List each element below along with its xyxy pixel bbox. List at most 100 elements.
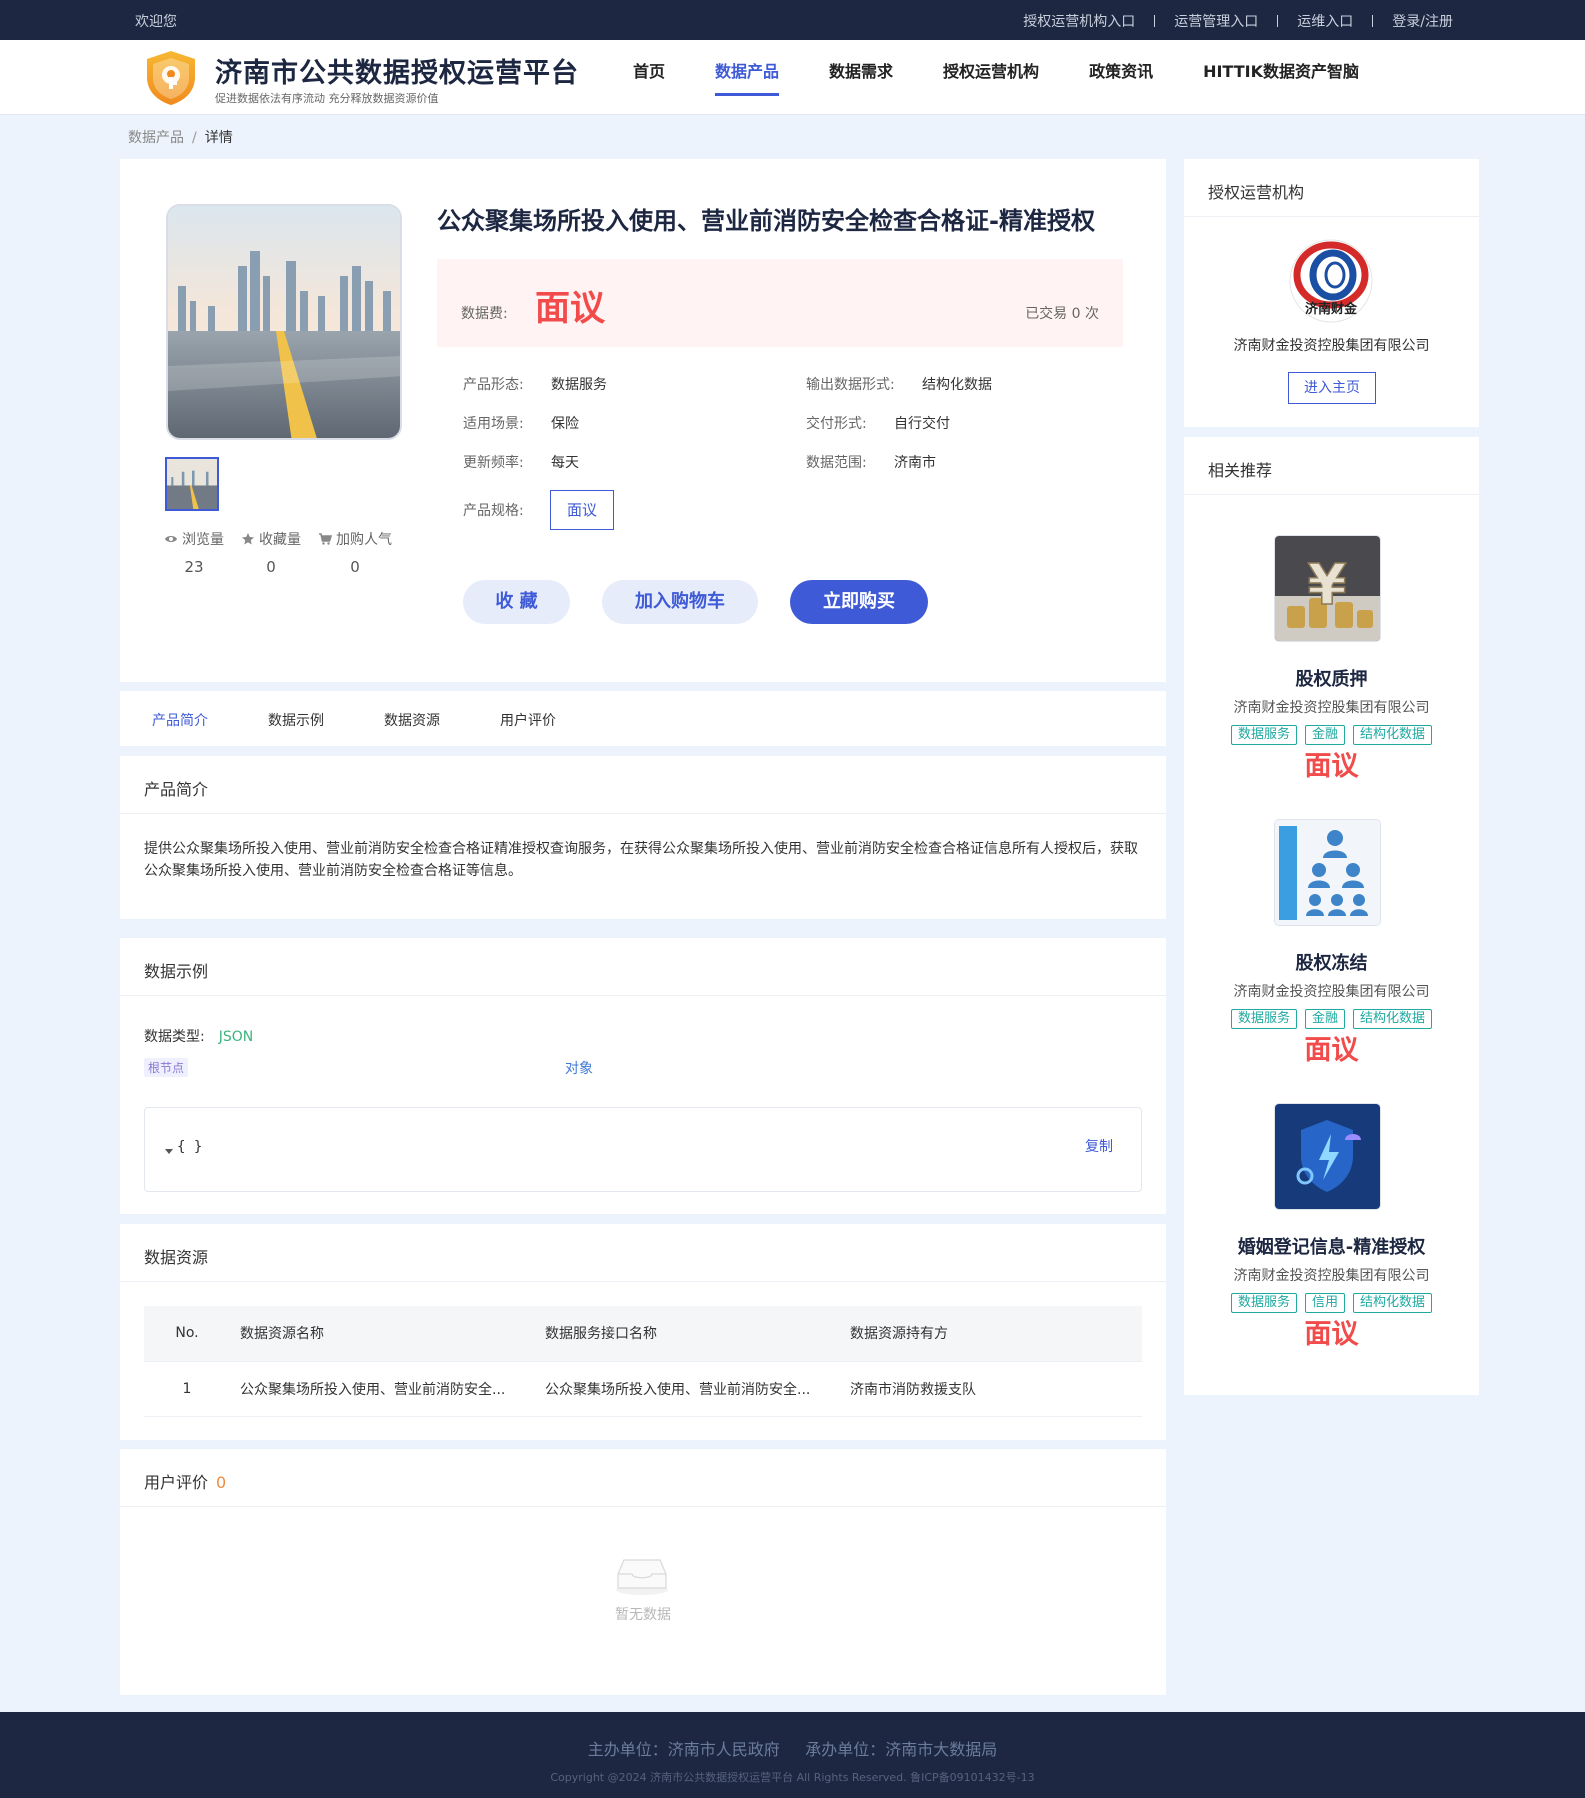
platform-slogan: 促进数据依法有序流动 充分释放数据资源价值 [215, 92, 439, 105]
product-title: 公众聚集场所投入使用、营业前消防安全检查合格证-精准授权 [437, 207, 1095, 235]
table-row: 1 公众聚集场所投入使用、营业前消防安全... 公众聚集场所投入使用、营业前消防… [144, 1361, 1142, 1417]
stat-value: 0 [266, 558, 276, 576]
tag: 结构化数据 [1353, 725, 1433, 745]
spec-option[interactable]: 面议 [550, 490, 614, 530]
maintenance-link[interactable]: 运维入口 [1297, 11, 1353, 31]
copy-button[interactable]: 复制 [1085, 1136, 1113, 1156]
attr-label: 输出数据形式: [806, 377, 895, 393]
recommend-name: 股权冻结 [1295, 953, 1368, 974]
reviews-section: 用户评价 0 暂无数据 [120, 1449, 1166, 1695]
tag: 金融 [1304, 725, 1345, 745]
tab-reviews[interactable]: 用户评价 [500, 710, 556, 730]
section-title: 数据示例 [144, 962, 209, 981]
column-header: No. [144, 1306, 230, 1362]
recommend-item[interactable]: 婚姻登记信息-精准授权 济南财金投资控股集团有限公司 数据服务 信用 结构化数据… [1184, 1103, 1479, 1363]
stat-label: 收藏量 [259, 532, 301, 548]
attr-form: 产品形态: 数据服务 [463, 374, 607, 394]
platform-title: 济南市公共数据授权运营平台 [215, 58, 579, 89]
favorite-button[interactable]: 收 藏 [463, 580, 570, 624]
collapse-toggle-icon[interactable] [164, 1144, 174, 1160]
table-cell: 公众聚集场所投入使用、营业前消防安全... [230, 1361, 535, 1417]
stat-label: 加购人气 [336, 532, 392, 548]
top-bar: 欢迎您 授权运营机构入口 运营管理入口 运维入口 登录/注册 [0, 0, 1585, 40]
login-register-link[interactable]: 登录/注册 [1392, 11, 1453, 31]
tab-example[interactable]: 数据示例 [268, 710, 324, 730]
security-shield-image [1275, 1104, 1380, 1209]
nav-data-products[interactable]: 数据产品 [715, 40, 780, 115]
tab-intro[interactable]: 产品简介 [152, 710, 208, 730]
column-header: 数据服务接口名称 [535, 1306, 840, 1362]
section-header: 相关推荐 [1184, 437, 1479, 495]
recommend-item[interactable]: 股权冻结 济南财金投资控股集团有限公司 数据服务 金融 结构化数据 面议 [1184, 819, 1479, 1079]
nav-data-demand[interactable]: 数据需求 [829, 40, 893, 115]
data-type-label: 数据类型: [144, 1029, 205, 1045]
attr-spec: 产品规格: [463, 500, 524, 520]
intro-text: 提供公众聚集场所投入使用、营业前消防安全检查合格证精准授权查询服务，在获得公众聚… [144, 841, 1138, 879]
intro-section: 产品简介 提供公众聚集场所投入使用、营业前消防安全检查合格证精准授权查询服务，在… [120, 756, 1166, 919]
site-header: 济南市公共数据授权运营平台 促进数据依法有序流动 充分释放数据资源价值 首页 数… [0, 40, 1585, 115]
visit-homepage-button[interactable]: 进入主页 [1288, 372, 1376, 404]
breadcrumb: 数据产品 / 详情 [128, 127, 233, 147]
footer-copyright: Copyright @2024 济南市公共数据授权运营平台 All Rights… [550, 1771, 1035, 1784]
tab-resources[interactable]: 数据资源 [384, 710, 440, 730]
example-section: 数据示例 数据类型: JSON 根节点 对象 { } 复制 [120, 938, 1166, 1214]
price-label: 数据费: [461, 306, 508, 322]
operator-name: 济南财金投资控股集团有限公司 [1233, 338, 1430, 354]
main-nav: 首页 数据产品 数据需求 授权运营机构 政策资讯 HITTIK数据资产智脑 [633, 40, 1409, 115]
ops-management-link[interactable]: 运营管理入口 [1174, 11, 1258, 31]
column-header: 数据资源持有方 [840, 1306, 1142, 1362]
empty-inbox-icon [616, 1559, 668, 1595]
attr-value: 数据服务 [551, 377, 607, 393]
platform-logo-icon[interactable] [143, 49, 199, 107]
yuan-coins-image: ¥ [1275, 536, 1380, 641]
recommend-name: 股权质押 [1295, 669, 1368, 690]
nav-operators[interactable]: 授权运营机构 [943, 40, 1039, 115]
recommend-tags: 数据服务 金融 结构化数据 [1184, 1009, 1479, 1029]
section-header: 用户评价 0 [120, 1449, 1166, 1507]
traded-count: 已交易 0 次 [1025, 306, 1099, 322]
tag: 信用 [1304, 1293, 1345, 1313]
empty-text: 暂无数据 [615, 1607, 671, 1623]
json-viewer: { } 复制 [144, 1107, 1142, 1192]
tag: 结构化数据 [1353, 1009, 1433, 1029]
recommend-price: 面议 [1304, 751, 1359, 782]
table-header-row: No. 数据资源名称 数据服务接口名称 数据资源持有方 [144, 1306, 1142, 1362]
attr-label: 适用场景: [463, 416, 524, 432]
section-header: 产品简介 [120, 756, 1166, 814]
tag: 数据服务 [1230, 1293, 1297, 1313]
svg-text:¥: ¥ [1308, 553, 1347, 618]
recommend-image [1274, 1103, 1381, 1210]
reviews-title: 用户评价 [144, 1473, 209, 1492]
table-cell: 济南市消防救援支队 [840, 1361, 1142, 1417]
attr-frequency: 更新频率: 每天 [463, 452, 579, 472]
nav-policy-news[interactable]: 政策资讯 [1089, 40, 1153, 115]
stat-value: 0 [350, 558, 360, 576]
nav-home[interactable]: 首页 [633, 40, 665, 115]
breadcrumb-parent[interactable]: 数据产品 [128, 130, 184, 146]
recommend-price: 面议 [1304, 1035, 1359, 1066]
stat-cart-popularity: 加购人气 0 [318, 529, 392, 576]
add-to-cart-button[interactable]: 加入购物车 [602, 580, 758, 624]
attr-output: 输出数据形式: 结构化数据 [806, 374, 992, 394]
object-label: 对象 [565, 1061, 593, 1077]
cart-icon [319, 533, 332, 545]
nav-hittik[interactable]: HITTIK数据资产智脑 [1203, 40, 1359, 115]
recommend-item[interactable]: ¥ 股权质押 济南财金投资控股集团有限公司 数据服务 金融 结构化数据 面议 [1184, 535, 1479, 795]
product-thumbnail[interactable] [165, 457, 219, 511]
divider [1154, 15, 1156, 27]
product-stats: 浏览量 23 收藏量 0 加购人气 0 [164, 529, 409, 576]
divider [1277, 15, 1279, 27]
table-cell: 公众聚集场所投入使用、营业前消防安全... [535, 1361, 840, 1417]
site-footer: 主办单位：济南市人民政府 承办单位：济南市大数据局 Copyright @202… [0, 1712, 1585, 1798]
buy-now-button[interactable]: 立即购买 [790, 580, 928, 624]
footer-organizers: 主办单位：济南市人民政府 承办单位：济南市大数据局 [587, 1740, 998, 1759]
org-entry-link[interactable]: 授权运营机构入口 [1023, 11, 1135, 31]
tag: 数据服务 [1230, 725, 1297, 745]
attr-value: 结构化数据 [922, 377, 992, 393]
reviews-count: 0 [216, 1473, 227, 1492]
attr-label: 产品规格: [463, 503, 524, 519]
recommend-org: 济南财金投资控股集团有限公司 [1233, 1268, 1430, 1284]
column-header: 数据资源名称 [230, 1306, 535, 1362]
section-header: 授权运营机构 [1184, 159, 1479, 217]
attr-label: 更新频率: [463, 455, 524, 471]
